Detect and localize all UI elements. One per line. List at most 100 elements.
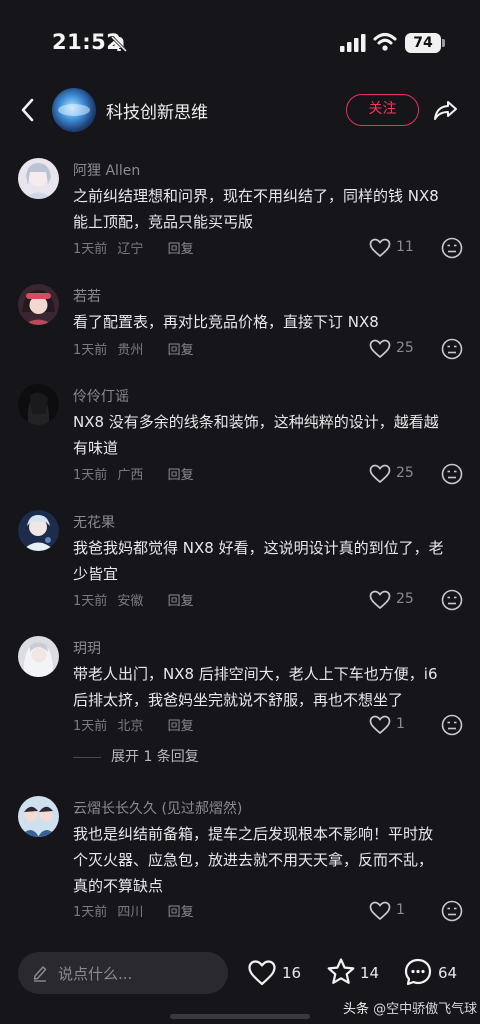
comment-text: 之前纠结理想和问界，现在不用纠结了，同样的钱 NX8 能上顶配，竞品只能买丐版	[73, 183, 465, 235]
wifi-icon	[373, 33, 397, 51]
like-count: 11	[396, 239, 414, 255]
comment-time: 1天前	[73, 719, 108, 734]
comment-item: 阿狸 Allen 之前纠结理想和问界，现在不用纠结了，同样的钱 NX8 能上顶配…	[0, 158, 480, 259]
user-avatar[interactable]	[18, 636, 59, 677]
user-avatar[interactable]	[18, 384, 59, 425]
comment-author[interactable]: 阿狸 Allen	[73, 160, 140, 180]
comment-location: 安徽	[117, 594, 144, 609]
comment-text: NX8 没有多余的线条和装饰，这种纯粹的设计，越看越 有味道	[73, 409, 465, 461]
comment-icon[interactable]	[403, 957, 433, 987]
comment-line: 后排太挤，我爸妈坐完就说不舒服，再也不想坐了	[73, 691, 404, 709]
comment-author[interactable]: 无花果	[73, 512, 115, 532]
like-count: 1	[396, 716, 405, 732]
comment-total: 64	[438, 964, 458, 982]
heart-icon	[369, 590, 391, 610]
reply-button[interactable]: 回复	[168, 468, 194, 483]
star-icon[interactable]	[326, 957, 356, 987]
comment-input-placeholder: 说点什么...	[58, 965, 133, 983]
comment-meta: 1天前 安徽 回复	[73, 590, 200, 609]
battery-indicator: 74	[405, 33, 441, 53]
comment-location: 四川	[117, 905, 144, 920]
reply-button[interactable]: 回复	[168, 594, 194, 609]
heart-icon	[369, 339, 391, 359]
favorite-total: 14	[360, 964, 380, 982]
like-count: 25	[396, 340, 414, 356]
comment-time: 1天前	[73, 905, 108, 920]
follow-button[interactable]: 关注	[346, 94, 419, 126]
dislike-icon[interactable]	[441, 338, 463, 360]
comment-meta: 1天前 北京 回复	[73, 715, 200, 734]
comment-location: 北京	[117, 719, 144, 734]
comment-item: 若若 看了配置表，再对比竞品价格，直接下订 NX8 1天前 贵州 回复 25	[0, 284, 480, 364]
comment-time: 1天前	[73, 594, 108, 609]
dislike-icon[interactable]	[441, 237, 463, 259]
share-icon[interactable]	[432, 96, 460, 124]
header: 科技创新思维 关注	[0, 88, 480, 132]
dislike-icon[interactable]	[441, 714, 463, 736]
comment-input[interactable]: 说点什么...	[18, 952, 228, 994]
back-icon[interactable]	[16, 96, 40, 124]
comment-line: NX8 没有多余的线条和装饰，这种纯粹的设计，越看越	[73, 413, 439, 431]
comment-text: 我爸我妈都觉得 NX8 好看，这说明设计真的到位了，老 少皆宜	[73, 535, 465, 587]
comment-line: 少皆宜	[73, 565, 119, 583]
like-count: 1	[396, 902, 405, 918]
comment-line: 能上顶配，竞品只能买丐版	[73, 213, 254, 231]
reply-button[interactable]: 回复	[168, 343, 194, 358]
watermark-brand: 头条	[343, 1002, 370, 1017]
comment-time: 1天前	[73, 343, 108, 358]
comment-location: 广西	[117, 468, 144, 483]
expand-replies-label: 展开 1 条回复	[111, 749, 199, 765]
reply-button[interactable]: 回复	[168, 905, 194, 920]
channel-avatar[interactable]	[52, 88, 96, 132]
comment-time: 1天前	[73, 468, 108, 483]
heart-icon	[369, 715, 391, 735]
like-count: 25	[396, 591, 414, 607]
comment-line: 个灭火器、应急包，放进去就不用天天拿，反而不乱，	[73, 851, 434, 869]
heart-icon	[369, 464, 391, 484]
comment-line: 带老人出门，NX8 后排空间大，老人上下车也方便，i6	[73, 665, 438, 683]
comment-author[interactable]: 若若	[73, 286, 101, 306]
comment-author[interactable]: 云熠长长久久 (见过郝熠然)	[73, 798, 242, 818]
reply-button[interactable]: 回复	[168, 719, 194, 734]
comment-item: 玥玥 带老人出门，NX8 后排空间大，老人上下车也方便，i6 后排太挤，我爸妈坐…	[0, 636, 480, 736]
dislike-icon[interactable]	[441, 589, 463, 611]
comment-time: 1天前	[73, 242, 108, 257]
comment-item: 无花果 我爸我妈都觉得 NX8 好看，这说明设计真的到位了，老 少皆宜 1天前 …	[0, 510, 480, 611]
comment-meta: 1天前 贵州 回复	[73, 339, 200, 358]
comment-meta: 1天前 广西 回复	[73, 464, 200, 483]
comment-location: 辽宁	[117, 242, 144, 257]
like-icon[interactable]	[247, 959, 277, 987]
comment-text: 我也是纠结前备箱，提车之后发现根本不影响！平时放 个灭火器、应急包，放进去就不用…	[73, 821, 465, 899]
comment-text: 带老人出门，NX8 后排空间大，老人上下车也方便，i6 后排太挤，我爸妈坐完就说…	[73, 661, 465, 713]
status-bar: 21:52 74	[0, 0, 480, 88]
signal-icon	[340, 34, 366, 52]
comment-line: 有味道	[73, 439, 119, 457]
comment-line: 真的不算缺点	[73, 877, 164, 895]
battery-cap	[442, 39, 445, 47]
comment-item: 云熠长长久久 (见过郝熠然) 我也是纠结前备箱，提车之后发现根本不影响！平时放 …	[0, 796, 480, 926]
watermark-handle: @空中骄傲飞气球	[373, 1002, 478, 1017]
comment-author[interactable]: 玥玥	[73, 638, 101, 658]
comment-meta: 1天前 辽宁 回复	[73, 238, 200, 257]
dislike-icon[interactable]	[441, 463, 463, 485]
channel-name[interactable]: 科技创新思维	[106, 98, 208, 123]
dislike-icon[interactable]	[441, 900, 463, 922]
user-avatar[interactable]	[18, 796, 59, 837]
comment-location: 贵州	[117, 343, 144, 358]
home-indicator	[170, 1014, 310, 1019]
comment-line: 我也是纠结前备箱，提车之后发现根本不影响！平时放	[73, 825, 434, 843]
comment-author[interactable]: 伶伶仃谣	[73, 386, 129, 406]
heart-icon	[369, 901, 391, 921]
comment-line: 我爸我妈都觉得 NX8 好看，这说明设计真的到位了，老	[73, 539, 444, 557]
pencil-icon	[33, 966, 47, 982]
expand-replies-button[interactable]: 展开 1 条回复	[73, 746, 199, 766]
like-total: 16	[282, 964, 302, 982]
reply-button[interactable]: 回复	[168, 242, 194, 257]
user-avatar[interactable]	[18, 284, 59, 325]
comment-line: 看了配置表，再对比竞品价格，直接下订 NX8	[73, 313, 379, 331]
user-avatar[interactable]	[18, 158, 59, 199]
watermark: 头条 @空中骄傲飞气球	[343, 998, 477, 1017]
user-avatar[interactable]	[18, 510, 59, 551]
expand-divider	[73, 756, 101, 758]
comment-line: 之前纠结理想和问界，现在不用纠结了，同样的钱 NX8	[73, 187, 439, 205]
